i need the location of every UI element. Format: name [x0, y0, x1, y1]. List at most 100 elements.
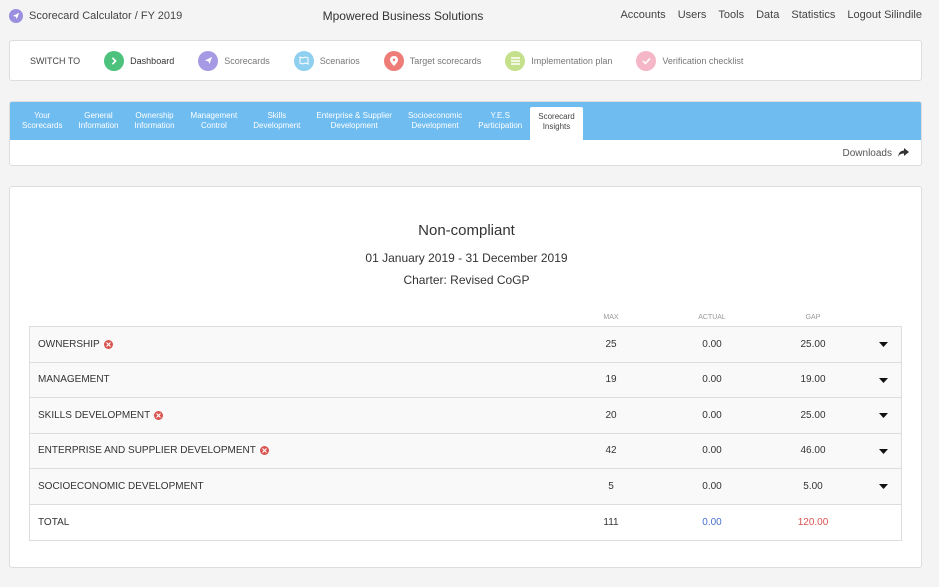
switch-scorecards-label: Scorecards	[224, 55, 270, 66]
row-gap: 5.00	[803, 480, 823, 492]
switch-bar: SWITCH TO Dashboard Scorecards Scenarios…	[9, 40, 922, 81]
map-icon	[293, 50, 314, 71]
tab-label-line1: Enterprise & Supplier	[316, 111, 392, 120]
switch-dashboard[interactable]: Dashboard	[104, 50, 174, 71]
total-max: 111	[603, 516, 619, 528]
tab-label-line1: Socioeconomic	[407, 111, 463, 120]
tab-label-line2: Control	[200, 121, 227, 130]
top-nav: Accounts Users Tools Data Statistics Log…	[620, 9, 922, 21]
table-row-skills-development[interactable]: SKILLS DEVELOPMENT 20 0.00 25.00	[30, 398, 901, 434]
nav-users[interactable]: Users	[678, 9, 707, 21]
row-name: OWNERSHIP	[38, 338, 100, 350]
chevron-right-icon	[104, 50, 125, 71]
row-name: MANAGEMENT	[38, 374, 110, 386]
switch-implementation-plan-label: Implementation plan	[531, 55, 613, 66]
row-gap: 19.00	[800, 374, 826, 386]
tab-your-scorecards[interactable]: Your Scorecards	[14, 102, 70, 140]
nav-accounts[interactable]: Accounts	[620, 9, 665, 21]
switch-scenarios-label: Scenarios	[319, 55, 360, 66]
reporting-period: 01 January 2019 - 31 December 2019	[365, 251, 568, 265]
caret-down-icon[interactable]	[878, 339, 888, 349]
caret-down-icon[interactable]	[878, 375, 888, 385]
row-actual: 0.00	[702, 374, 722, 386]
switch-verification-checklist-label: Verification checklist	[662, 55, 744, 66]
row-actual: 0.00	[702, 480, 722, 492]
tab-ownership-information[interactable]: Ownership Information	[127, 102, 183, 140]
row-name: TOTAL	[38, 516, 70, 528]
tab-socioeconomic-development[interactable]: Socioeconomic Development	[400, 102, 470, 140]
row-gap: 25.00	[800, 338, 826, 350]
tab-label-line2: Development	[253, 121, 301, 130]
nav-tools[interactable]: Tools	[718, 9, 744, 21]
tab-enterprise-supplier-development[interactable]: Enterprise & Supplier Development	[308, 102, 400, 140]
non-compliant-icon	[259, 446, 269, 456]
tab-label-line1: Management	[190, 111, 238, 120]
downloads-label: Downloads	[842, 148, 892, 159]
list-icon	[505, 50, 526, 71]
row-actual: 0.00	[702, 409, 722, 421]
tab-label-line1: Y.E.S	[490, 111, 510, 120]
tab-skills-development[interactable]: Skills Development	[245, 102, 308, 140]
row-name: SOCIOECONOMIC DEVELOPMENT	[38, 480, 204, 492]
tab-management-control[interactable]: Management Control	[183, 102, 246, 140]
table-row-enterprise-supplier-development[interactable]: ENTERPRISE AND SUPPLIER DEVELOPMENT 42 0…	[30, 433, 901, 469]
table-row-management[interactable]: MANAGEMENT 19 0.00 19.00	[30, 362, 901, 398]
switch-scenarios[interactable]: Scenarios	[293, 50, 360, 71]
column-header-max: MAX	[603, 314, 619, 321]
tab-panel: Your Scorecards General Information Owners…	[9, 101, 922, 166]
switch-scorecards[interactable]: Scorecards	[198, 50, 270, 71]
tab-general-information[interactable]: General Information	[70, 102, 126, 140]
paper-plane-icon	[198, 50, 219, 71]
tab-scorecard-insights[interactable]: Scorecard Insights	[530, 107, 583, 140]
tab-label-line1: Skills	[267, 111, 287, 120]
row-gap: 25.00	[800, 409, 826, 421]
insights-card: Non-compliant 01 January 2019 - 31 Decem…	[9, 186, 922, 568]
switch-target-scorecards[interactable]: Target scorecards	[383, 50, 482, 71]
tab-label-line1: Scorecard	[538, 112, 575, 121]
scorecard-table: OWNERSHIP 25 0.00 25.00 MANAGEMENT 19 0.…	[29, 326, 902, 541]
pin-icon	[383, 50, 404, 71]
caret-down-icon[interactable]	[878, 410, 888, 420]
row-max: 42	[605, 445, 617, 457]
row-actual: 0.00	[702, 338, 722, 350]
row-gap: 46.00	[800, 445, 826, 457]
tab-label-line1: Ownership	[135, 111, 174, 120]
switch-verification-checklist[interactable]: Verification checklist	[636, 50, 744, 71]
caret-down-icon[interactable]	[878, 481, 888, 491]
total-actual: 0.00	[702, 516, 722, 528]
switch-label: SWITCH TO	[30, 55, 81, 66]
tab-label-line2: Development	[330, 121, 378, 130]
nav-statistics[interactable]: Statistics	[791, 9, 835, 21]
row-name: ENTERPRISE AND SUPPLIER DEVELOPMENT	[38, 445, 256, 457]
total-gap: 120.00	[797, 516, 829, 528]
downloads-button[interactable]: Downloads	[842, 147, 909, 160]
tab-label-line2: Development	[411, 121, 459, 130]
tab-yes-participation[interactable]: Y.E.S Participation	[470, 102, 530, 140]
non-compliant-icon	[103, 339, 113, 349]
row-max: 5	[608, 480, 614, 492]
tab-label-line2: Participation	[478, 121, 523, 130]
tab-label-line2: Insights	[542, 122, 571, 131]
column-header-gap: GAP	[805, 314, 821, 321]
table-row-ownership[interactable]: OWNERSHIP 25 0.00 25.00	[30, 327, 901, 363]
nav-logout[interactable]: Logout Silindile	[847, 9, 922, 21]
tab-label-line2: Information	[134, 121, 175, 130]
table-row-socioeconomic-development[interactable]: SOCIOECONOMIC DEVELOPMENT 5 0.00 5.00	[30, 469, 901, 505]
row-name: SKILLS DEVELOPMENT	[38, 409, 151, 421]
compliance-status: Non-compliant	[418, 222, 515, 239]
caret-down-icon[interactable]	[878, 446, 888, 456]
switch-target-scorecards-label: Target scorecards	[409, 55, 482, 66]
tab-strip: Your Scorecards General Information Owners…	[10, 102, 921, 140]
row-max: 25	[605, 338, 617, 350]
column-header-actual: ACTUAL	[698, 314, 726, 321]
table-row-total: TOTAL 111 0.00 120.00	[30, 504, 901, 540]
row-max: 19	[605, 374, 617, 386]
charter-label: Charter: Revised CoGP	[403, 273, 530, 287]
tab-label-line2: Information	[78, 121, 119, 130]
tab-label-line2: Scorecards	[22, 121, 63, 130]
row-max: 20	[605, 409, 617, 421]
check-icon	[636, 50, 657, 71]
row-actual: 0.00	[702, 445, 722, 457]
nav-data[interactable]: Data	[756, 9, 779, 21]
switch-implementation-plan[interactable]: Implementation plan	[505, 50, 613, 71]
